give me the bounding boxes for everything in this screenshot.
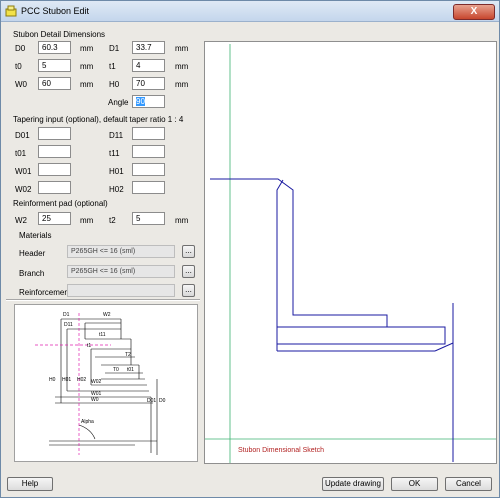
reinforcement-material-field [67, 284, 175, 297]
h0-unit: mm [175, 80, 189, 89]
branch-material-label: Branch [19, 269, 45, 278]
close-button[interactable]: X [453, 4, 495, 20]
diagram-label-t0: T0 [113, 367, 119, 373]
d1-unit: mm [175, 44, 189, 53]
h02-label: H02 [109, 185, 124, 194]
w02-label: W02 [15, 185, 32, 194]
diagram-label-d11: D11 [64, 322, 73, 328]
section-tapering: Tapering input (optional), default taper… [13, 115, 184, 124]
w0-input[interactable]: 60 [38, 77, 71, 90]
branch-material-field: P265GH <= 16 (sml) [67, 265, 175, 278]
header-material-browse-button[interactable]: ... [182, 245, 195, 258]
d1-input[interactable]: 33.7 [132, 41, 165, 54]
dimensional-sketch-pane: Stubon Dimensional Sketch [204, 41, 497, 464]
t2-input[interactable]: 5 [132, 212, 165, 225]
h01-label: H01 [109, 167, 124, 176]
w2-label: W2 [15, 216, 27, 225]
t0-label: t0 [15, 62, 22, 71]
t1-input[interactable]: 4 [132, 59, 165, 72]
w02-input[interactable] [38, 181, 71, 194]
diagram-label-d1: D1 [63, 312, 70, 318]
window-title: PCC Stubon Edit [21, 6, 90, 16]
d01-label: D01 [15, 131, 30, 140]
header-material-field: P265GH <= 16 (sml) [67, 245, 175, 258]
diagram-label-w02: W02 [91, 379, 102, 385]
t11-label: t11 [109, 149, 120, 158]
d0-label: D0 [15, 44, 26, 53]
diagram-label-h01: H01 [62, 377, 71, 383]
h01-input[interactable] [132, 163, 165, 176]
h02-input[interactable] [132, 181, 165, 194]
section-detail-dimensions: Stubon Detail Dimensions [13, 30, 106, 39]
w2-unit: mm [80, 216, 94, 225]
diagram-label-t1: t1 [87, 343, 91, 349]
h0-label: H0 [109, 80, 120, 89]
diagram-label-t01: t01 [127, 367, 134, 373]
materials-divider [6, 299, 200, 301]
d1-label: D1 [109, 44, 120, 53]
d0-input[interactable]: 60.3 [38, 41, 71, 54]
cancel-button[interactable]: Cancel [445, 477, 492, 491]
stubon-edit-window: PCC Stubon Edit X Stubon Detail Dimensio… [0, 0, 500, 498]
t2-label: t2 [109, 216, 116, 225]
dimensional-sketch-drawing: Stubon Dimensional Sketch [205, 44, 496, 463]
t1-unit: mm [175, 62, 189, 71]
update-drawing-button[interactable]: Update drawing [322, 477, 384, 491]
diagram-label-t11: t11 [99, 332, 106, 338]
w0-unit: mm [80, 80, 94, 89]
reinforcement-material-browse-button[interactable]: ... [182, 284, 195, 297]
w0-label: W0 [15, 80, 27, 89]
angle-input[interactable]: 90 [132, 95, 165, 108]
title-bar: PCC Stubon Edit X [1, 1, 499, 22]
section-reinforcement-pad: Reinforment pad (optional) [13, 199, 108, 208]
t11-input[interactable] [132, 145, 165, 158]
help-button[interactable]: Help [7, 477, 53, 491]
branch-material-browse-button[interactable]: ... [182, 265, 195, 278]
diagram-label-d01: D01 [147, 398, 156, 404]
reinforcement-material-label: Reinforcement [19, 288, 72, 297]
t01-label: t01 [15, 149, 27, 158]
diagram-label-alpha: Alpha [81, 419, 94, 425]
section-materials: Materials [19, 231, 52, 240]
d01-input[interactable] [38, 127, 71, 140]
t1-label: t1 [109, 62, 116, 71]
header-material-label: Header [19, 249, 46, 258]
angle-label: Angle [108, 98, 129, 107]
d11-input[interactable] [132, 127, 165, 140]
w01-input[interactable] [38, 163, 71, 176]
stubon-schematic-pane: D1 W2 D11 t11 t1 T2 T0 t01 H0 H01 H02 W0… [14, 304, 198, 462]
sketch-caption: Stubon Dimensional Sketch [238, 447, 324, 454]
t2-unit: mm [175, 216, 189, 225]
d0-unit: mm [80, 44, 94, 53]
diagram-label-h02: H02 [77, 377, 86, 383]
ok-button[interactable]: OK [391, 477, 438, 491]
diagram-label-w0: W0 [91, 397, 99, 403]
diagram-label-t2: T2 [125, 352, 131, 358]
t0-input[interactable]: 5 [38, 59, 71, 72]
d11-label: D11 [109, 131, 124, 140]
t0-unit: mm [80, 62, 94, 71]
app-icon [5, 5, 17, 17]
diagram-label-h0: H0 [49, 377, 56, 383]
w2-input[interactable]: 25 [38, 212, 71, 225]
angle-input-selected-text: 90 [136, 97, 145, 106]
t01-input[interactable] [38, 145, 71, 158]
diagram-label-d0: D0 [159, 398, 166, 404]
diagram-label-w2: W2 [103, 312, 111, 318]
h0-input[interactable]: 70 [132, 77, 165, 90]
stubon-schematic-drawing: D1 W2 D11 t11 t1 T2 T0 t01 H0 H01 H02 W0… [35, 312, 166, 455]
w01-label: W01 [15, 167, 32, 176]
